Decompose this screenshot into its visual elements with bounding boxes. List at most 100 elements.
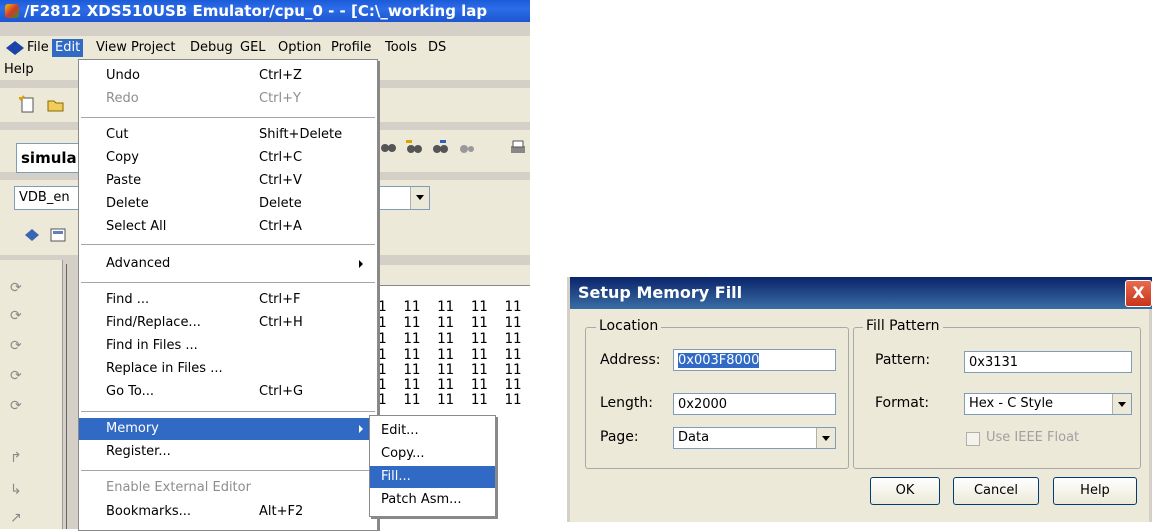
dialog-title-bar: Setup Memory Fill X	[570, 277, 1152, 309]
find-prev-icon[interactable]	[430, 138, 450, 158]
menu-item-bookmarks[interactable]: Bookmarks... Alt+F2	[79, 501, 377, 523]
submenu-item-copy[interactable]: Copy...	[370, 443, 495, 465]
dialog-backdrop	[567, 262, 1152, 277]
asm-step-out-icon[interactable]: ↗	[10, 510, 26, 526]
submenu-arrow-icon	[359, 425, 363, 433]
menu-item-delete[interactable]: Delete Delete	[79, 193, 377, 215]
menu-item-cut[interactable]: Cut Shift+Delete	[79, 124, 377, 146]
ieee-float-checkbox[interactable]	[966, 432, 980, 446]
format-value: Hex - C Style	[969, 396, 1054, 411]
menu-item-shortcut: Ctrl+F	[259, 292, 301, 307]
menu-item-shortcut: Ctrl+Y	[259, 91, 301, 106]
pattern-field[interactable]: 0x3131	[964, 351, 1132, 373]
set-pc-icon[interactable]: ⟳	[10, 398, 26, 414]
menu-item-advanced[interactable]: Advanced	[79, 253, 377, 275]
menu-profile[interactable]: Profile	[328, 39, 374, 57]
find-in-files-icon[interactable]	[456, 138, 476, 158]
length-field[interactable]: 0x2000	[673, 393, 836, 415]
submenu-item-edit[interactable]: Edit...	[370, 420, 495, 442]
menu-tools[interactable]: Tools	[382, 39, 420, 57]
menu-item-enable-external-editor[interactable]: Enable External Editor	[79, 477, 377, 499]
memory-row: 1 11 11 11 11	[378, 331, 522, 347]
address-label: Address:	[600, 352, 661, 368]
step-out-icon[interactable]: ⟳	[10, 338, 26, 354]
page-select[interactable]: Data	[673, 427, 836, 449]
menu-project[interactable]: Project	[128, 39, 178, 57]
step-into-icon[interactable]: ⟳	[10, 280, 26, 296]
menu-item-label: Find/Replace...	[106, 315, 201, 330]
menu-item-replace-in-files[interactable]: Replace in Files ...	[79, 358, 377, 380]
menu-item-go-to[interactable]: Go To... Ctrl+G	[79, 381, 377, 403]
menu-gel[interactable]: GEL	[237, 39, 269, 57]
page-label: Page:	[600, 429, 639, 445]
menu-help[interactable]: Help	[4, 61, 34, 79]
menu-item-copy[interactable]: Copy Ctrl+C	[79, 147, 377, 169]
menu-item-label: Copy	[106, 150, 139, 165]
print-icon[interactable]	[508, 138, 528, 158]
menu-item-shortcut: Ctrl+A	[259, 219, 302, 234]
pattern-label: Pattern:	[875, 352, 931, 368]
menu-bar: File Edit View Project Debug GEL Option …	[0, 36, 530, 58]
menu-item-redo[interactable]: Redo Ctrl+Y	[79, 88, 377, 110]
menu-item-select-all[interactable]: Select All Ctrl+A	[79, 216, 377, 238]
chevron-down-icon[interactable]	[410, 187, 429, 209]
memory-submenu: Edit... Copy... Fill... Patch Asm...	[369, 415, 496, 517]
menu-item-memory[interactable]: Memory	[79, 418, 377, 440]
chevron-down-icon[interactable]	[816, 428, 835, 448]
menu-item-label: Advanced	[106, 256, 171, 271]
menu-edit[interactable]: Edit	[52, 39, 84, 57]
address-value: 0x003F8000	[678, 353, 760, 368]
project-combo[interactable]: simula	[16, 143, 86, 173]
ok-button[interactable]: OK	[870, 477, 940, 505]
menu-item-register[interactable]: Register...	[79, 441, 377, 463]
config-combo[interactable]: VDB_en	[14, 186, 84, 210]
cancel-button[interactable]: Cancel	[953, 477, 1039, 505]
help-button[interactable]: Help	[1053, 477, 1137, 505]
title-bar: /F2812 XDS510USB Emulator/cpu_0 - - [C:\…	[0, 0, 530, 22]
menu-item-paste[interactable]: Paste Ctrl+V	[79, 170, 377, 192]
menu-item-label: Find in Files ...	[106, 338, 198, 353]
close-icon[interactable]: X	[1125, 280, 1152, 307]
menu-item-shortcut: Shift+Delete	[259, 127, 343, 142]
system-menu-icon[interactable]	[6, 41, 24, 55]
submenu-item-fill[interactable]: Fill...	[370, 466, 495, 488]
step-over-icon[interactable]: ⟳	[10, 308, 26, 324]
menu-item-undo[interactable]: Undo Ctrl+Z	[79, 65, 377, 87]
new-file-icon[interactable]	[18, 95, 38, 115]
menu-item-find-in-files[interactable]: Find in Files ...	[79, 335, 377, 357]
menu-file[interactable]: File	[24, 39, 52, 57]
find-next-icon[interactable]	[404, 138, 424, 158]
menu-option[interactable]: Option	[275, 39, 324, 57]
open-folder-icon[interactable]	[46, 95, 66, 115]
menu-item-label: Select All	[106, 219, 167, 234]
find-icon[interactable]	[378, 138, 398, 158]
address-field[interactable]: 0x003F8000	[673, 349, 836, 371]
menu-item-shortcut: Alt+F2	[259, 504, 304, 519]
menu-item-find-replace[interactable]: Find/Replace... Ctrl+H	[79, 312, 377, 334]
submenu-item-label: Fill...	[381, 469, 411, 484]
menu-item-label: Register...	[106, 444, 171, 459]
build-icon[interactable]	[48, 225, 68, 245]
memory-row: 1 11 11 11 11	[378, 315, 522, 331]
run-to-cursor-icon[interactable]: ⟳	[10, 368, 26, 384]
format-label: Format:	[875, 395, 930, 411]
asm-step-over-icon[interactable]: ↳	[10, 482, 26, 498]
target-combo[interactable]	[376, 186, 430, 210]
dialog-bottom-edge	[567, 522, 1152, 529]
submenu-arrow-icon	[359, 260, 363, 268]
menu-item-shortcut: Delete	[259, 196, 302, 211]
editor-divider	[66, 264, 67, 529]
submenu-item-patch-asm[interactable]: Patch Asm...	[370, 489, 495, 511]
menu-item-find[interactable]: Find ... Ctrl+F	[79, 289, 377, 311]
asm-step-into-icon[interactable]: ↱	[10, 450, 26, 466]
compile-icon[interactable]	[22, 225, 42, 245]
menu-dsp[interactable]: DS	[425, 39, 449, 57]
menu-debug[interactable]: Debug	[187, 39, 236, 57]
menu-view[interactable]: View	[93, 39, 130, 57]
fill-pattern-group-label: Fill Pattern	[863, 318, 943, 334]
memory-row: 1 11 11 11 11	[378, 362, 522, 378]
format-select[interactable]: Hex - C Style	[964, 393, 1132, 415]
chevron-down-icon[interactable]	[1112, 394, 1131, 414]
menu-item-label: Delete	[106, 196, 149, 211]
menu-item-label: Enable External Editor	[106, 480, 251, 495]
